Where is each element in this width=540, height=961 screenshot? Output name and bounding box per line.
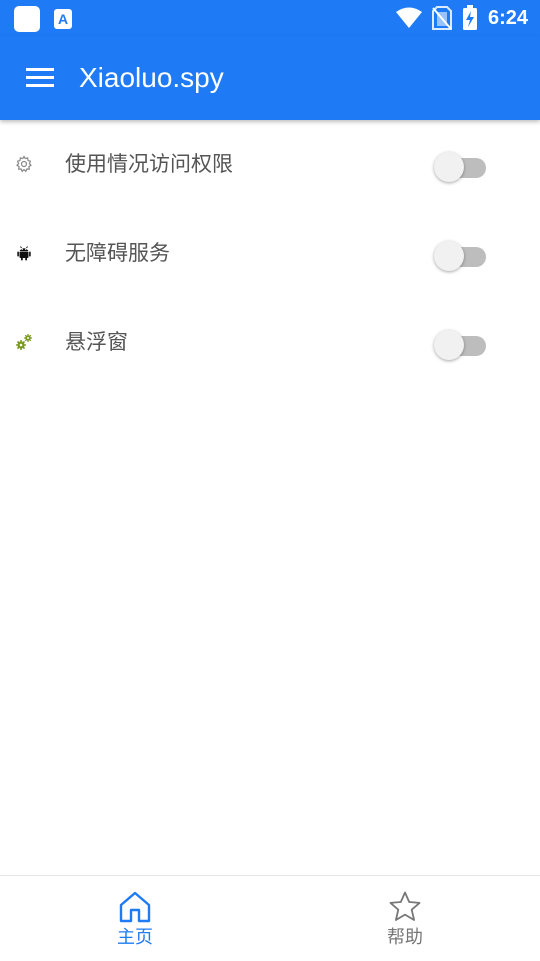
- home-icon: [119, 891, 151, 923]
- gear-outline-icon: [16, 155, 32, 173]
- nav-label-help: 帮助: [387, 927, 423, 948]
- permission-row-usage-access: 使用情况访问权限: [0, 120, 540, 209]
- nav-item-help[interactable]: 帮助: [270, 876, 540, 961]
- star-icon: [389, 891, 421, 921]
- font-a-icon: A: [54, 9, 72, 29]
- bottom-nav: 主页 帮助: [0, 875, 540, 961]
- hamburger-menu-icon: [26, 68, 54, 87]
- nav-item-home[interactable]: 主页: [0, 876, 270, 961]
- app-square-icon: [14, 6, 40, 32]
- nav-label-home: 主页: [117, 927, 153, 948]
- permission-label-overlay: 悬浮窗: [65, 330, 128, 354]
- permission-row-overlay: 悬浮窗: [0, 298, 540, 387]
- page-title: Xiaoluo.spy: [79, 62, 224, 93]
- status-notifications: A: [14, 6, 72, 32]
- permission-row-accessibility: 无障碍服务: [0, 209, 540, 298]
- gears-icon: [16, 334, 32, 350]
- menu-button[interactable]: [26, 64, 56, 92]
- wifi-icon: [395, 7, 422, 28]
- permission-label-usage-access: 使用情况访问权限: [65, 152, 233, 176]
- overlay-switch[interactable]: [434, 327, 488, 360]
- status-bar: A 6:24: [0, 0, 540, 36]
- accessibility-switch[interactable]: [434, 238, 488, 271]
- switch-thumb: [434, 330, 464, 360]
- no-sim-icon: [431, 6, 452, 30]
- switch-thumb: [434, 241, 464, 271]
- app-bar: Xiaoluo.spy: [0, 36, 540, 120]
- switch-thumb: [434, 152, 464, 182]
- status-time: 6:24: [487, 7, 528, 29]
- font-a-glyph: A: [57, 11, 69, 27]
- usage-access-switch[interactable]: [434, 149, 488, 182]
- android-icon: [17, 246, 31, 261]
- permission-list: 使用情况访问权限 无障碍服务 悬浮窗: [0, 120, 540, 387]
- status-system: 6:24: [395, 5, 528, 31]
- permission-label-accessibility: 无障碍服务: [65, 241, 170, 265]
- battery-charging-icon: [462, 5, 477, 30]
